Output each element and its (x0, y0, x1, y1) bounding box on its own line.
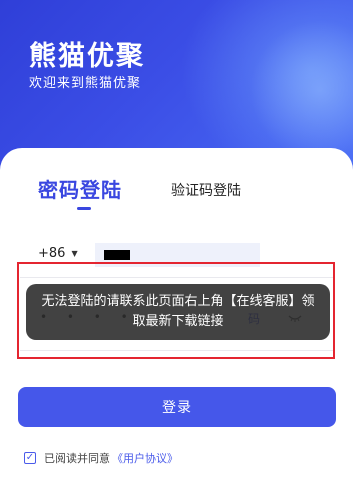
active-tab-indicator (77, 207, 91, 210)
user-agreement-link[interactable]: 《用户协议》 (112, 450, 178, 466)
agreement-checkbox[interactable]: ✓ (24, 452, 36, 464)
app-brand-title: 熊猫优聚 (29, 41, 145, 72)
toast-message: 无法登陆的请联系此页面右上角【在线客服】领取最新下载链接 (26, 284, 330, 340)
banner-glow-secondary (250, 20, 353, 160)
tab-password-login[interactable]: 密码登陆 (38, 174, 122, 203)
welcome-text: 欢迎来到熊猫优聚 (29, 76, 142, 91)
tab-code-login[interactable]: 验证码登陆 (171, 180, 241, 200)
country-code-selector[interactable]: +86 ▼ (38, 246, 78, 261)
agreement-text: 已阅读并同意 (44, 452, 110, 465)
login-button[interactable]: 登录 (18, 387, 336, 427)
country-code-value: +86 (38, 246, 66, 261)
agreement-row: ✓ 已阅读并同意 《用户协议》 (24, 450, 178, 466)
chevron-down-icon: ▼ (71, 249, 78, 258)
checkmark-icon: ✓ (25, 452, 35, 463)
phone-redaction (104, 250, 130, 260)
